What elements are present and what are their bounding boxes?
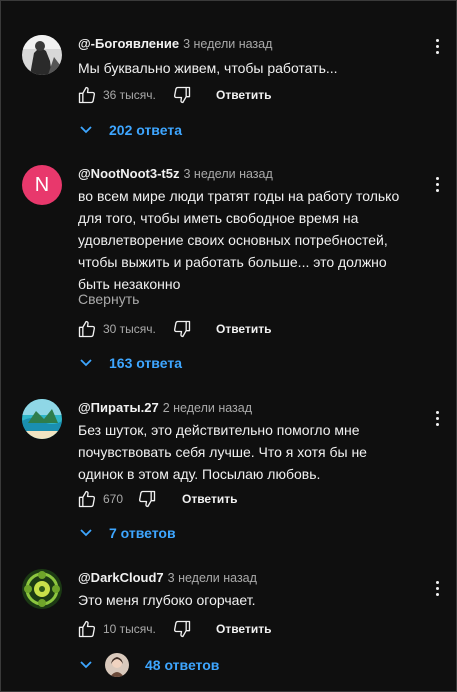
thumb-up-icon[interactable]	[77, 319, 97, 339]
thumb-up-icon[interactable]	[77, 619, 97, 639]
more-vert-icon[interactable]	[434, 581, 440, 599]
comment-author-line: @NootNoot3-t5z 3 недели назад	[78, 165, 273, 183]
author-name[interactable]: @DarkCloud7	[78, 570, 164, 585]
thumb-down-icon[interactable]	[137, 489, 157, 509]
avatar[interactable]	[22, 569, 62, 609]
reply-button[interactable]: Ответить	[216, 83, 271, 107]
comment-author-line: @Пираты.27 2 недели назад	[78, 399, 252, 417]
reply-button[interactable]: Ответить	[182, 487, 237, 511]
like-count: 670	[103, 492, 124, 506]
like-count: 30 тысяч.	[103, 322, 156, 336]
more-vert-icon[interactable]	[434, 411, 440, 429]
thumb-up-icon[interactable]	[77, 85, 97, 105]
like-count: 10 тысяч.	[103, 622, 156, 636]
replies-count: 7 ответов	[109, 525, 176, 541]
thumb-down-icon[interactable]	[172, 619, 192, 639]
author-name[interactable]: @Пираты.27	[78, 400, 159, 415]
chevron-down-icon	[80, 661, 92, 669]
comment-text: Без шуток, это действительно помогло мне…	[78, 422, 367, 482]
comment-author-line: @-Богоявление 3 недели назад	[78, 35, 272, 53]
comment-text: Мы буквально живем, чтобы работать...	[78, 60, 338, 76]
avatar[interactable]	[22, 35, 62, 75]
thumb-down-icon[interactable]	[172, 319, 192, 339]
comment-time[interactable]: 3 недели назад	[168, 571, 257, 585]
author-name[interactable]: @-Богоявление	[78, 36, 179, 51]
avatar[interactable]	[22, 399, 62, 439]
avatar[interactable]: N	[22, 165, 62, 205]
more-vert-icon[interactable]	[434, 39, 440, 57]
comments-panel: @-Богоявление 3 недели назад Мы буквально…	[0, 0, 457, 692]
replies-count: 202 ответа	[109, 122, 182, 138]
more-vert-icon[interactable]	[434, 177, 440, 195]
comment-text: во всем мире люди тратят годы на работу …	[78, 188, 400, 292]
replier-avatar	[105, 653, 129, 677]
chevron-down-icon	[80, 529, 92, 537]
comment-author-line: @DarkCloud7 3 недели назад	[78, 569, 257, 587]
collapse-button[interactable]: Свернуть	[78, 289, 139, 309]
chevron-down-icon	[80, 359, 92, 367]
author-name[interactable]: @NootNoot3-t5z	[78, 166, 180, 181]
thumb-up-icon[interactable]	[77, 489, 97, 509]
thumb-down-icon[interactable]	[172, 85, 192, 105]
like-count: 36 тысяч.	[103, 88, 156, 102]
reply-button[interactable]: Ответить	[216, 617, 271, 641]
comment-text: Это меня глубоко огорчает.	[78, 592, 256, 608]
replies-count: 163 ответа	[109, 355, 182, 371]
replies-count: 48 ответов	[145, 657, 220, 673]
avatar-letter: N	[34, 174, 50, 196]
comment-time[interactable]: 2 недели назад	[163, 401, 252, 415]
comment-time[interactable]: 3 недели назад	[183, 37, 272, 51]
comment-time[interactable]: 3 недели назад	[184, 167, 273, 181]
reply-button[interactable]: Ответить	[216, 317, 271, 341]
chevron-down-icon	[80, 126, 92, 134]
